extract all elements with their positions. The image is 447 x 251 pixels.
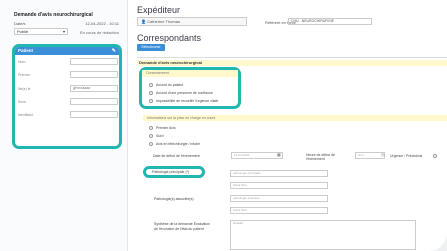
patient-header: Patient ✎ xyxy=(15,47,119,55)
radio-icon xyxy=(149,91,153,95)
patient-field-label: Né(e) le xyxy=(18,87,31,91)
consent-option-label: Accord d'une personne de confiance xyxy=(156,91,213,95)
synthese-placeholder: Détaillé xyxy=(233,221,244,225)
expediteur-title: Expéditeur xyxy=(137,5,181,15)
event-time-label: Heure de début de l'évènement xyxy=(306,153,335,161)
patho-associee-libre-input[interactable]: Saisir libre xyxy=(230,207,328,214)
patient-field-label: Sexe xyxy=(18,100,26,104)
patho-associee-label: Pathologie(s) associée(s) xyxy=(154,197,194,201)
radio-icon xyxy=(149,134,153,138)
date-value: 12-04-2022 - 10:11 xyxy=(85,20,119,26)
prenom-input[interactable] xyxy=(70,71,118,78)
context-option-label: Avis en téléchirurgie / intubé xyxy=(156,142,200,146)
consentement-card: Consentement Accord du patient Accord d'… xyxy=(139,67,241,109)
radio-icon xyxy=(149,83,153,87)
referent-select[interactable]: CHU - NEUROCHIRURGIE xyxy=(288,18,372,25)
chevron-down-icon: ▾ xyxy=(62,29,65,34)
patho-associee-input[interactable]: pathologie associée xyxy=(230,195,328,202)
event-date-label: Date de début de l'évènement xyxy=(153,154,200,158)
context-option-label: Suivi xyxy=(156,134,164,138)
status-select[interactable]: Publié ▾ xyxy=(14,28,68,35)
select-correspondants-button[interactable]: Sélectionner xyxy=(137,44,165,51)
divider xyxy=(137,57,447,58)
context-option-radio[interactable]: Premier Avis xyxy=(149,126,176,130)
context-option-radio[interactable]: Suivi xyxy=(149,134,164,138)
consent-option-label: Accord du patient xyxy=(156,83,184,87)
birthdate-input[interactable]: jj/mm/aaaa xyxy=(70,85,118,92)
radio-icon xyxy=(149,126,153,130)
context-title: Informations sur la prise en charge en c… xyxy=(143,115,447,121)
calendar-icon[interactable]: ▦ xyxy=(277,152,281,157)
patho-libre-placeholder: Saisir libre xyxy=(233,183,248,187)
patient-header-label: Patient xyxy=(18,48,34,53)
patho-associee-placeholder: pathologie associée xyxy=(233,196,260,200)
request-title: Demande d'avis neurochirurgical xyxy=(14,12,93,18)
synthese-label: Synthèse de la demande Évaluation de l'é… xyxy=(154,222,211,231)
user-icon: 👤 xyxy=(141,19,146,24)
consent-option-label: Impossibilité de recueillir l'urgence vi… xyxy=(156,99,219,103)
consent-option-radio[interactable]: Accord d'une personne de confiance xyxy=(149,91,213,95)
event-date-input[interactable]: 12-04-2022 xyxy=(231,152,283,159)
patho-principale-placeholder: pathologie principale xyxy=(233,171,261,175)
patient-card: Patient ✎ Nom Prénom Né(e) le jj/mm/aaaa… xyxy=(12,44,122,149)
radio-icon xyxy=(149,142,153,146)
consent-option-radio[interactable]: Impossibilité de recueillir l'urgence vi… xyxy=(149,99,218,103)
context-option-label: Premier Avis xyxy=(156,126,176,130)
date-row: Date/s 12-04-2022 - 10:11 xyxy=(14,19,119,27)
patho-principale-text: Pathologie principale (*) xyxy=(152,170,190,174)
consent-option-radio[interactable]: Accord du patient xyxy=(149,83,183,87)
patho-principale-label: Pathologie principale (*) xyxy=(143,166,205,178)
clock-icon[interactable]: ◷ xyxy=(381,152,385,157)
status-note: En cours de rédaction xyxy=(80,30,119,35)
event-time-placeholder: hh:ii xyxy=(358,153,364,157)
date-label: Date/s xyxy=(14,20,26,26)
correspondants-title: Correspondants xyxy=(137,33,202,43)
urgence-label: Urgence / Précisions xyxy=(390,154,423,158)
context-option-radio[interactable]: Avis en téléchirurgie / intubé xyxy=(149,142,200,146)
expediteur-field[interactable]: 👤 Catherine Thomas xyxy=(137,17,247,26)
patho-associee-libre-placeholder: Saisir libre xyxy=(233,208,248,212)
edit-icon[interactable]: ✎ xyxy=(112,47,116,55)
patient-field-label: Nom xyxy=(18,60,26,64)
urgence-radio[interactable] xyxy=(433,154,437,158)
section-header: Demande d'avis neurochirurgical xyxy=(137,60,447,66)
left-panel: Demande d'avis neurochirurgical Date/s 1… xyxy=(0,0,128,251)
main-form: Expéditeur 👤 Catherine Thomas Référent e… xyxy=(129,0,447,251)
synthese-textarea[interactable]: Détaillé xyxy=(230,220,416,250)
event-date-placeholder: 12-04-2022 xyxy=(234,153,250,157)
status-select-value: Publié xyxy=(17,29,29,34)
consentement-title: Consentement xyxy=(142,70,238,77)
patho-principale-input[interactable]: pathologie principale xyxy=(230,170,328,177)
sexe-select[interactable] xyxy=(70,98,118,105)
expediteur-value: Catherine Thomas xyxy=(147,19,180,24)
patient-field-label: Prénom xyxy=(18,73,31,77)
identifiant-input[interactable] xyxy=(70,111,118,118)
nom-input[interactable] xyxy=(70,58,118,65)
patient-field-label: Identifiant xyxy=(18,113,34,117)
patho-libre-input[interactable]: Saisir libre xyxy=(230,182,328,189)
screen: Demande d'avis neurochirurgical Date/s 1… xyxy=(0,0,447,251)
radio-icon xyxy=(149,99,153,103)
